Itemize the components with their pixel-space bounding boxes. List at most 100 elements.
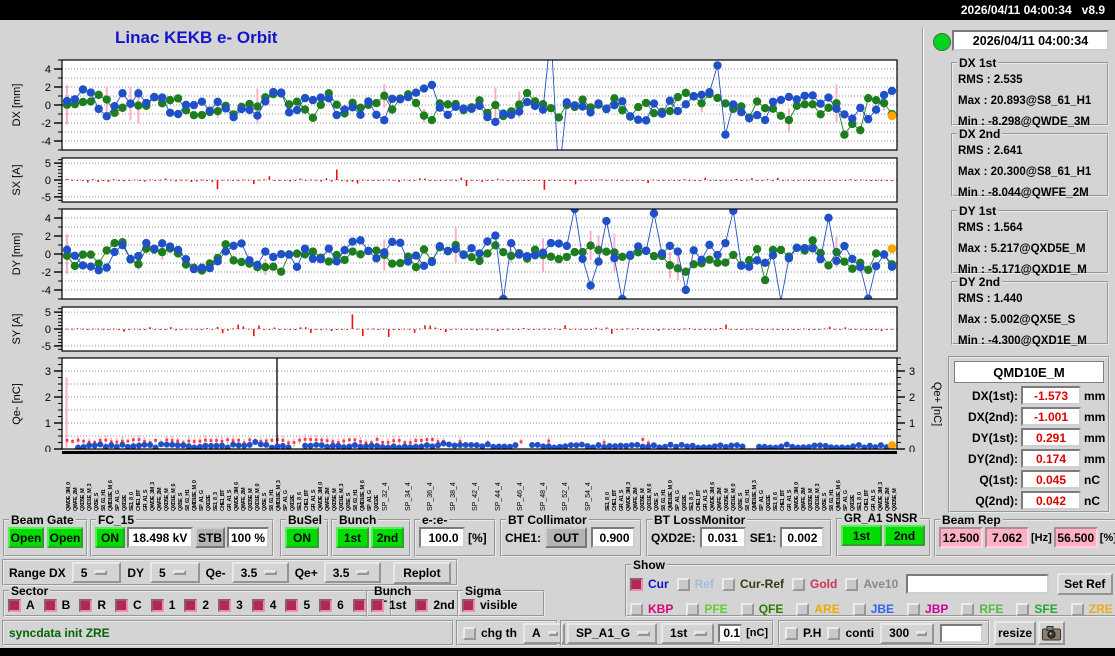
busel-on-button[interactable]: ON — [285, 527, 319, 548]
bunch-1st-button[interactable]: 1st — [336, 527, 369, 548]
sp-dropdown[interactable]: SP_A1_G — [567, 622, 658, 644]
svg-text:2: 2 — [45, 392, 51, 404]
checkbox-icon — [630, 602, 643, 616]
bunch-show-checkbox-1st[interactable]: 1st — [371, 598, 406, 612]
checkbox-icon — [630, 577, 643, 591]
svg-text:Qe- [nC]: Qe- [nC] — [11, 383, 23, 425]
sector-checkbox-5[interactable]: 5 — [285, 598, 310, 612]
bpm-label: SP_38_4 — [449, 482, 457, 511]
sector-checkbox-a[interactable]: A — [8, 598, 35, 612]
threshold-field[interactable]: 0.1 — [718, 623, 743, 643]
svg-text:SX [A]: SX [A] — [11, 164, 23, 195]
show-checkbox-kbp[interactable]: KBP — [630, 602, 673, 616]
fc15-on-button[interactable]: ON — [95, 527, 125, 548]
show-checkbox-ref[interactable]: Ref — [676, 577, 714, 591]
gr-a1-1st-button[interactable]: 1st — [841, 525, 882, 546]
fc15-stb-button[interactable]: STB — [195, 527, 225, 548]
svg-text:2: 2 — [45, 231, 51, 243]
beam-gate-group: Beam Gate Open Open — [3, 513, 88, 557]
sigma-checkbox-visible[interactable]: visible — [462, 598, 517, 612]
range-dx-label: Range DX — [9, 565, 66, 580]
bunch-show-checkbox-2nd[interactable]: 2nd — [415, 598, 455, 612]
bunch-show-group: Bunch 1st 2nd — [366, 584, 460, 617]
sector-checkbox-6[interactable]: 6 — [319, 598, 344, 612]
svg-text:SY [A]: SY [A] — [11, 314, 23, 345]
show-checkbox-cur[interactable]: Cur — [630, 577, 669, 591]
conti-checkbox[interactable]: conti — [827, 626, 874, 640]
show-checkbox-jbe[interactable]: JBE — [852, 602, 894, 616]
svg-text:0: 0 — [45, 324, 51, 336]
monitor-row-label: DX(2nd): — [968, 409, 1018, 424]
chg-th-checkbox[interactable]: chg th — [463, 626, 517, 640]
show-checkbox-are[interactable]: ARE — [796, 602, 840, 616]
che1-out-button[interactable]: OUT — [545, 527, 588, 548]
show-checkbox-rfe[interactable]: RFE — [961, 602, 1003, 616]
sector-checkbox-1[interactable]: 1 — [150, 598, 176, 612]
range-dx-dropdown[interactable]: 5 — [71, 562, 122, 583]
checkbox-icon — [415, 598, 429, 612]
monitor-row-value: 0.174 — [1021, 449, 1081, 468]
svg-text:1: 1 — [45, 418, 51, 430]
sector-checkbox-4[interactable]: 4 — [251, 598, 276, 612]
show-checkbox-cur-ref[interactable]: Cur-Ref — [722, 577, 784, 591]
stats-row: Min : -8.044@QWFE_2M — [958, 187, 1089, 199]
checkbox-label: 1 — [168, 598, 176, 612]
ph-checkbox[interactable]: P.H — [785, 626, 821, 640]
checkbox-label: B — [61, 598, 71, 612]
show-checkbox-zre[interactable]: ZRE — [1070, 602, 1113, 616]
camera-button[interactable] — [1038, 621, 1065, 645]
bt-collimator-group: BT Collimator CHE1: OUT 0.900 — [500, 513, 642, 557]
sector-checkbox-b[interactable]: B — [43, 598, 71, 612]
extra-field[interactable] — [940, 623, 983, 643]
monitor-row-value: 0.045 — [1021, 470, 1081, 489]
gr-a1-2nd-button[interactable]: 2nd — [884, 525, 925, 546]
replot-button[interactable]: Replot — [392, 561, 451, 584]
bpm-label: SP_44_4 — [494, 482, 502, 511]
monitor-row-value: 0.291 — [1021, 428, 1081, 447]
set-ref-input[interactable] — [906, 574, 1049, 594]
svg-text:2: 2 — [909, 392, 915, 404]
svg-text:-4: -4 — [41, 285, 51, 297]
sector-checkbox-3[interactable]: 3 — [218, 598, 243, 612]
sector-checkbox-2[interactable]: 2 — [184, 598, 209, 612]
ee-ratio-field[interactable]: 100.0 — [419, 527, 465, 548]
sector-checkbox-c[interactable]: C — [115, 598, 142, 612]
stats-group-dx-1st: DX 1st RMS : 2.535 Max : 20.893@S8_61_H1 Mi… — [951, 56, 1109, 128]
checkbox-icon — [319, 598, 333, 612]
show-checkbox-jbp[interactable]: JBP — [907, 602, 948, 616]
chg-th-box: chg th A — [456, 620, 565, 646]
chg-th-dropdown[interactable]: A — [523, 622, 565, 644]
checkbox-label: 3 — [236, 598, 243, 612]
show-checkbox-ave10[interactable]: Ave10 — [845, 577, 898, 591]
checkbox-label: KBP — [648, 602, 674, 616]
sp-bunch-dropdown[interactable]: 1st — [661, 622, 715, 644]
sector-checkbox-r[interactable]: R — [79, 598, 106, 612]
range-dy-dropdown[interactable]: 5 — [149, 562, 200, 583]
checkbox-label: 6 — [337, 598, 344, 612]
beam-gate-open2-button[interactable]: Open — [47, 527, 83, 548]
checkbox-icon — [43, 598, 57, 612]
range-qem-dropdown[interactable]: 3.5 — [231, 562, 289, 583]
show-checkbox-qfe[interactable]: QFE — [740, 602, 783, 616]
checkbox-icon — [686, 602, 700, 616]
show-checkbox-pfe[interactable]: PFE — [686, 602, 728, 616]
resize-button[interactable]: resize — [994, 621, 1036, 645]
checkbox-label: Ave10 — [863, 577, 899, 591]
qmd10e-monitor-panel: QMD10E_M DX(1st): -1.573 mm DX(2nd): -1.001 m… — [948, 356, 1110, 513]
range-qep-dropdown[interactable]: 3.5 — [323, 562, 381, 583]
beam-rep-value3-field: 56.500 — [1053, 527, 1098, 548]
monitor-row-label: Q(2nd): — [975, 493, 1018, 508]
show-checkbox-sfe[interactable]: SFE — [1016, 602, 1058, 616]
svg-text:5: 5 — [45, 158, 51, 170]
che1-value-field[interactable]: 0.900 — [591, 527, 636, 548]
svg-text:-4: -4 — [41, 136, 51, 148]
bunch-2nd-button[interactable]: 2nd — [371, 527, 404, 548]
che1-label: CHE1: — [505, 530, 542, 545]
monitor-row-unit: nC — [1084, 493, 1100, 508]
beam-gate-open1-button[interactable]: Open — [8, 527, 44, 548]
show-checkbox-gold[interactable]: Gold — [792, 577, 837, 591]
checkbox-icon — [722, 577, 736, 591]
points-dropdown[interactable]: 300 — [880, 622, 935, 644]
set-ref-button[interactable]: Set Ref — [1056, 573, 1113, 595]
checkbox-icon — [907, 602, 921, 616]
